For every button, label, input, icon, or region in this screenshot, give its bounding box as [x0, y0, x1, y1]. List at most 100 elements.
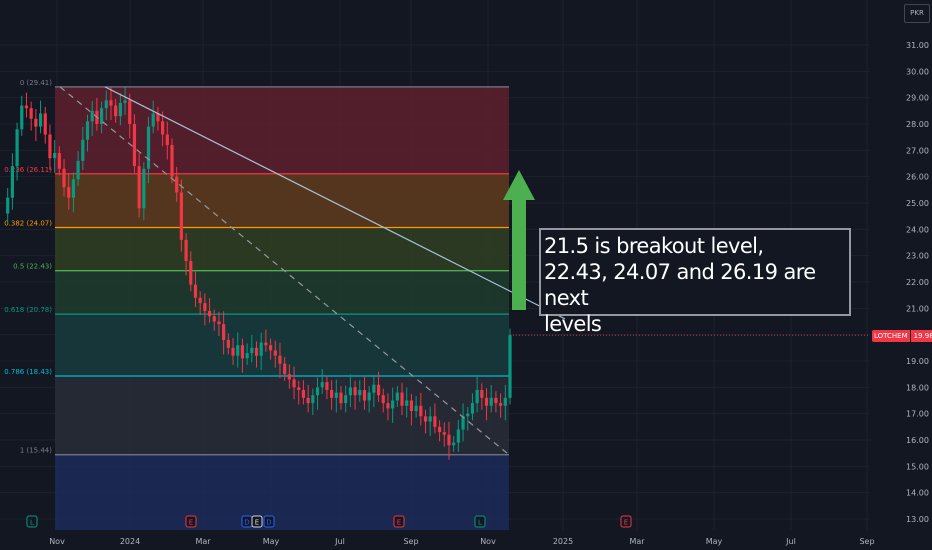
- candle-body: [400, 392, 404, 406]
- y-tick-label: 24.00: [906, 225, 929, 234]
- fib-level-label: 0.786 (18.43): [4, 368, 52, 376]
- candle-body: [278, 355, 282, 364]
- candle-body: [53, 152, 57, 159]
- annotation-line-3: levels: [544, 312, 602, 336]
- event-marker-label: E: [397, 519, 401, 527]
- candle-body: [109, 100, 113, 106]
- chart-stage: 0 (29.41) 0.236 (26.11) 0.382 (24.07) 0.5 (…: [0, 0, 932, 550]
- candle-body: [104, 100, 108, 109]
- candle-body: [428, 416, 432, 422]
- candle-body: [344, 395, 348, 404]
- x-tick-label: May: [706, 537, 723, 546]
- candle-body: [386, 403, 390, 409]
- currency-badge[interactable]: PKR: [904, 4, 930, 23]
- last-price-tag: LOTCHEM 19.98: [872, 330, 932, 342]
- last-price-value: 19.98: [910, 330, 932, 342]
- fib-zone: [55, 454, 509, 530]
- candle-body: [268, 345, 273, 351]
- candle-body: [499, 403, 503, 406]
- candle-body: [391, 400, 395, 409]
- candle-body: [170, 145, 174, 177]
- event-marker-label: E: [189, 519, 193, 527]
- candle-body: [67, 187, 71, 198]
- candle-body: [71, 179, 76, 198]
- y-tick-label: 16.00: [906, 436, 929, 445]
- candle-body: [508, 335, 512, 398]
- candle-body: [212, 316, 216, 322]
- candle-body: [423, 416, 428, 422]
- candle-body: [367, 392, 371, 401]
- candle-body: [48, 134, 52, 159]
- y-tick-label: 30.00: [906, 67, 929, 76]
- y-tick-label: 13.00: [906, 515, 929, 524]
- candle-body: [85, 121, 90, 140]
- candle-body: [24, 105, 29, 109]
- candle-body: [123, 100, 127, 103]
- fib-level-label: 0.618 (20.78): [4, 306, 52, 314]
- y-tick-label: 29.00: [906, 94, 929, 103]
- candle-body: [484, 397, 489, 406]
- candle-body: [184, 239, 188, 261]
- candle-body: [76, 160, 80, 180]
- candle-body: [231, 347, 235, 356]
- candle-body: [146, 126, 151, 169]
- event-marker-label: E: [624, 519, 628, 527]
- candle-body: [456, 429, 460, 443]
- y-tick-label: 22.00: [906, 278, 929, 287]
- candle-body: [207, 310, 212, 317]
- event-marker-label: E: [255, 519, 259, 527]
- candle-body: [226, 339, 230, 348]
- x-tick-label: May: [263, 537, 280, 546]
- y-tick-label: 15.00: [906, 462, 929, 471]
- candle-body: [381, 395, 385, 404]
- x-tick-label: Nov: [480, 537, 496, 546]
- y-tick-label: 27.00: [906, 146, 929, 155]
- candle-body: [315, 387, 320, 396]
- candle-body: [264, 342, 268, 346]
- candle-body: [358, 389, 362, 396]
- y-tick-label: 18.00: [906, 383, 929, 392]
- candle-body: [165, 134, 169, 146]
- x-tick-label: Mar: [195, 537, 211, 546]
- fib-zone: [55, 376, 509, 455]
- candle-body: [348, 387, 352, 396]
- x-tick-label: Sep: [403, 537, 418, 546]
- candle-body: [330, 389, 334, 398]
- annotation-line-1: 21.5 is breakout level,: [544, 234, 764, 258]
- event-marker-label: D: [244, 519, 249, 527]
- candle-body: [90, 110, 94, 122]
- candle-body: [38, 113, 43, 127]
- candle-body: [189, 260, 193, 285]
- candle-body: [245, 353, 249, 359]
- candle-body: [494, 397, 498, 404]
- candle-body: [475, 389, 479, 404]
- candle-body: [452, 442, 456, 446]
- candle-body: [203, 303, 207, 311]
- candle-body: [353, 387, 357, 396]
- y-tick-label: 28.00: [906, 120, 929, 129]
- candle-body: [179, 192, 183, 240]
- candle-body: [198, 297, 202, 304]
- text-annotation[interactable]: 21.5 is breakout level, 22.43, 24.07 and…: [539, 228, 851, 336]
- fib-level-label: 1 (15.44): [20, 447, 52, 455]
- fib-level-label: 0.382 (24.07): [4, 219, 52, 227]
- candle-body: [297, 387, 301, 390]
- y-tick-label: 25.00: [906, 199, 929, 208]
- candle-body: [283, 363, 287, 375]
- candle-body: [254, 347, 259, 356]
- candle-body: [137, 166, 141, 209]
- candle-body: [306, 397, 310, 404]
- candle-body: [489, 397, 493, 406]
- y-tick-label: 21.00: [906, 304, 929, 313]
- candle-body: [334, 392, 338, 398]
- y-tick-label: 17.00: [906, 410, 929, 419]
- candle-body: [395, 392, 399, 401]
- candle-body: [433, 416, 437, 427]
- candle-body: [193, 284, 198, 298]
- fib-level-label: 0.5 (22.43): [13, 263, 52, 271]
- candle-body: [132, 124, 137, 167]
- candle-body: [372, 384, 376, 393]
- candle-body: [250, 347, 254, 354]
- candle-body: [142, 168, 146, 209]
- x-tick-label: Mar: [629, 537, 645, 546]
